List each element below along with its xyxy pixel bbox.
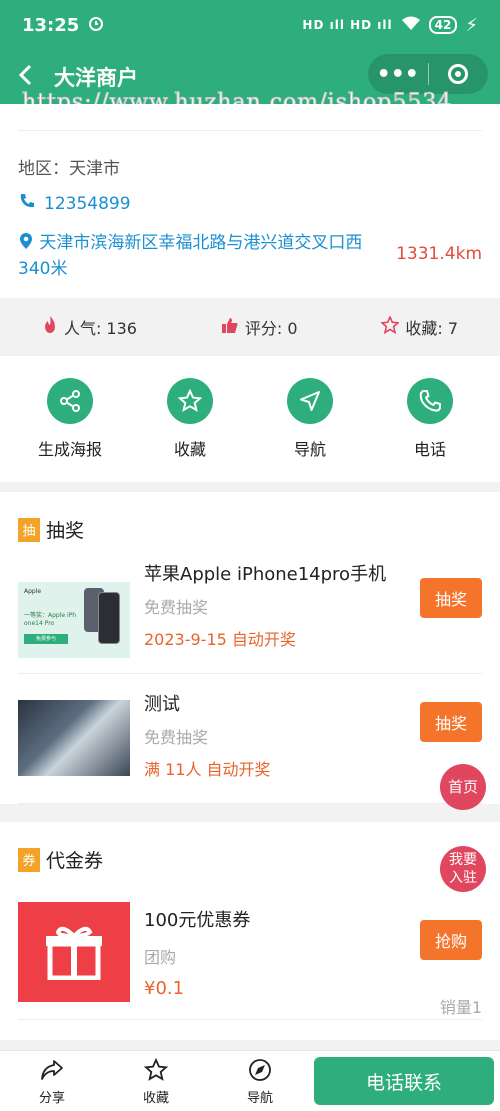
navigation-icon	[287, 378, 333, 424]
tab-label: 分享	[38, 1090, 65, 1106]
phone-icon	[18, 192, 36, 215]
bottom-bar: 分享 收藏 导航 电话联系	[0, 1050, 500, 1111]
share-icon	[47, 378, 93, 424]
section-title: 抽奖	[46, 520, 85, 542]
item-draw-time: 2023-9-15 自动开奖	[144, 630, 296, 649]
signal-icon: HD ıll HD ıll	[302, 18, 393, 32]
favorite-tab[interactable]: 收藏	[104, 1057, 208, 1106]
phone-front-shape	[98, 592, 120, 644]
lottery-button[interactable]: 抽奖	[420, 578, 482, 618]
alarm-icon	[87, 14, 105, 37]
top-header: 13:25 HD ıll HD ıll 42 ⚡ 大洋商户 •••	[0, 0, 500, 104]
stat-favorites: 收藏: 7	[380, 314, 459, 339]
coupon-section: 券 代金券 100元优惠券 团购 ¥0.1 抢购 销量1	[0, 822, 500, 1040]
action-label: 生成海报	[37, 440, 102, 459]
divider	[18, 130, 482, 131]
section-title: 代金券	[46, 850, 104, 872]
item-title: 苹果Apple iPhone14pro手机	[144, 564, 387, 585]
gift-icon	[18, 902, 130, 1002]
navigate-tab[interactable]: 导航	[208, 1057, 312, 1106]
lottery-item[interactable]: Apple 一等奖：Apple iPh one14 Pro 免费参与 苹果App…	[18, 556, 482, 674]
item-title: 100元优惠券	[144, 910, 251, 931]
sales-count: 销量1	[439, 998, 482, 1017]
call-button[interactable]: 电话联系	[314, 1057, 494, 1105]
tab-label: 收藏	[142, 1090, 169, 1106]
phone-number: 12354899	[44, 193, 131, 214]
shop-info: 地区：天津市 12354899 天津市滨海新区幸福北路与港兴道交叉口西340米 …	[0, 104, 500, 298]
star-outline-icon	[104, 1057, 208, 1083]
action-label: 导航	[293, 440, 326, 459]
status-time: 13:25	[22, 14, 80, 36]
call-action-button[interactable]: 电话	[385, 356, 475, 482]
thumb-brand: Apple	[24, 588, 42, 595]
share-arrow-icon	[0, 1057, 104, 1083]
stat-label: 人气: 136	[63, 319, 137, 338]
thumbs-up-icon	[221, 316, 239, 338]
address-link[interactable]: 天津市滨海新区幸福北路与港兴道交叉口西340米	[18, 230, 390, 282]
divider	[18, 673, 482, 674]
location-pin-icon	[18, 232, 34, 250]
join-float-button[interactable]: 我要入驻	[440, 846, 486, 892]
section-header: 券 代金券	[18, 846, 103, 873]
car-wash-image	[18, 700, 130, 776]
phone-icon	[407, 378, 453, 424]
star-icon	[167, 378, 213, 424]
compass-icon	[208, 1057, 312, 1083]
action-row: 生成海报 收藏 导航 电话	[0, 356, 500, 482]
share-tab[interactable]: 分享	[0, 1057, 104, 1106]
stat-label: 评分: 0	[244, 319, 298, 338]
divider	[18, 803, 482, 804]
star-outline-icon	[380, 314, 401, 338]
navigate-button[interactable]: 导航	[265, 356, 355, 482]
item-subtitle: 团购	[144, 948, 177, 967]
poster-button[interactable]: 生成海报	[25, 356, 115, 482]
status-bar: 13:25 HD ıll HD ıll 42 ⚡	[0, 0, 500, 50]
ellipsis-icon[interactable]: •••	[368, 62, 428, 87]
stat-popularity: 人气: 136	[42, 315, 137, 339]
stats-bar: 人气: 136 评分: 0 收藏: 7	[0, 298, 500, 356]
lottery-tag: 抽	[18, 517, 40, 542]
wifi-icon	[401, 15, 421, 36]
stat-label: 收藏: 7	[405, 319, 459, 338]
lottery-button[interactable]: 抽奖	[420, 702, 482, 742]
stat-rating: 评分: 0	[221, 315, 298, 339]
chevron-left-icon[interactable]	[16, 61, 44, 94]
phone-link[interactable]: 12354899	[18, 192, 131, 215]
action-label: 收藏	[173, 440, 206, 459]
coupon-item[interactable]: 100元优惠券 团购 ¥0.1 抢购 销量1	[18, 902, 482, 1020]
item-subtitle: 免费抽奖	[144, 598, 209, 617]
favorite-button[interactable]: 收藏	[145, 356, 235, 482]
target-icon[interactable]	[429, 64, 489, 84]
tab-label: 导航	[246, 1090, 273, 1106]
charging-icon: ⚡	[465, 14, 478, 36]
region-text: 地区：天津市	[18, 159, 120, 179]
iphone-prize-image: Apple 一等奖：Apple iPh one14 Pro 免费参与	[18, 582, 130, 658]
address-text: 天津市滨海新区幸福北路与港兴道交叉口西340米	[18, 233, 363, 279]
item-price: ¥0.1	[144, 978, 185, 999]
item-title: 测试	[144, 694, 180, 715]
divider	[18, 1019, 482, 1020]
battery-indicator: 42	[428, 16, 458, 34]
distance-text: 1331.4km	[396, 244, 482, 264]
lottery-section: 抽 抽奖 Apple 一等奖：Apple iPh one14 Pro 免费参与 …	[0, 492, 500, 804]
thumb-caption: 一等奖：Apple iPh one14 Pro	[24, 612, 77, 627]
thumb-badge: 免费参与	[24, 634, 68, 644]
page-title: 大洋商户	[54, 66, 138, 90]
home-float-button[interactable]: 首页	[440, 764, 486, 810]
buy-button[interactable]: 抢购	[420, 920, 482, 960]
lottery-item[interactable]: 测试 免费抽奖 满 11人 自动开奖 抽奖	[18, 686, 482, 804]
action-label: 电话	[413, 440, 446, 459]
coupon-tag: 券	[18, 847, 40, 872]
mini-program-capsule: •••	[368, 54, 488, 94]
section-header: 抽 抽奖	[18, 516, 84, 543]
item-draw-rule: 满 11人 自动开奖	[144, 760, 271, 779]
item-subtitle: 免费抽奖	[144, 728, 209, 747]
flame-icon	[42, 315, 58, 339]
